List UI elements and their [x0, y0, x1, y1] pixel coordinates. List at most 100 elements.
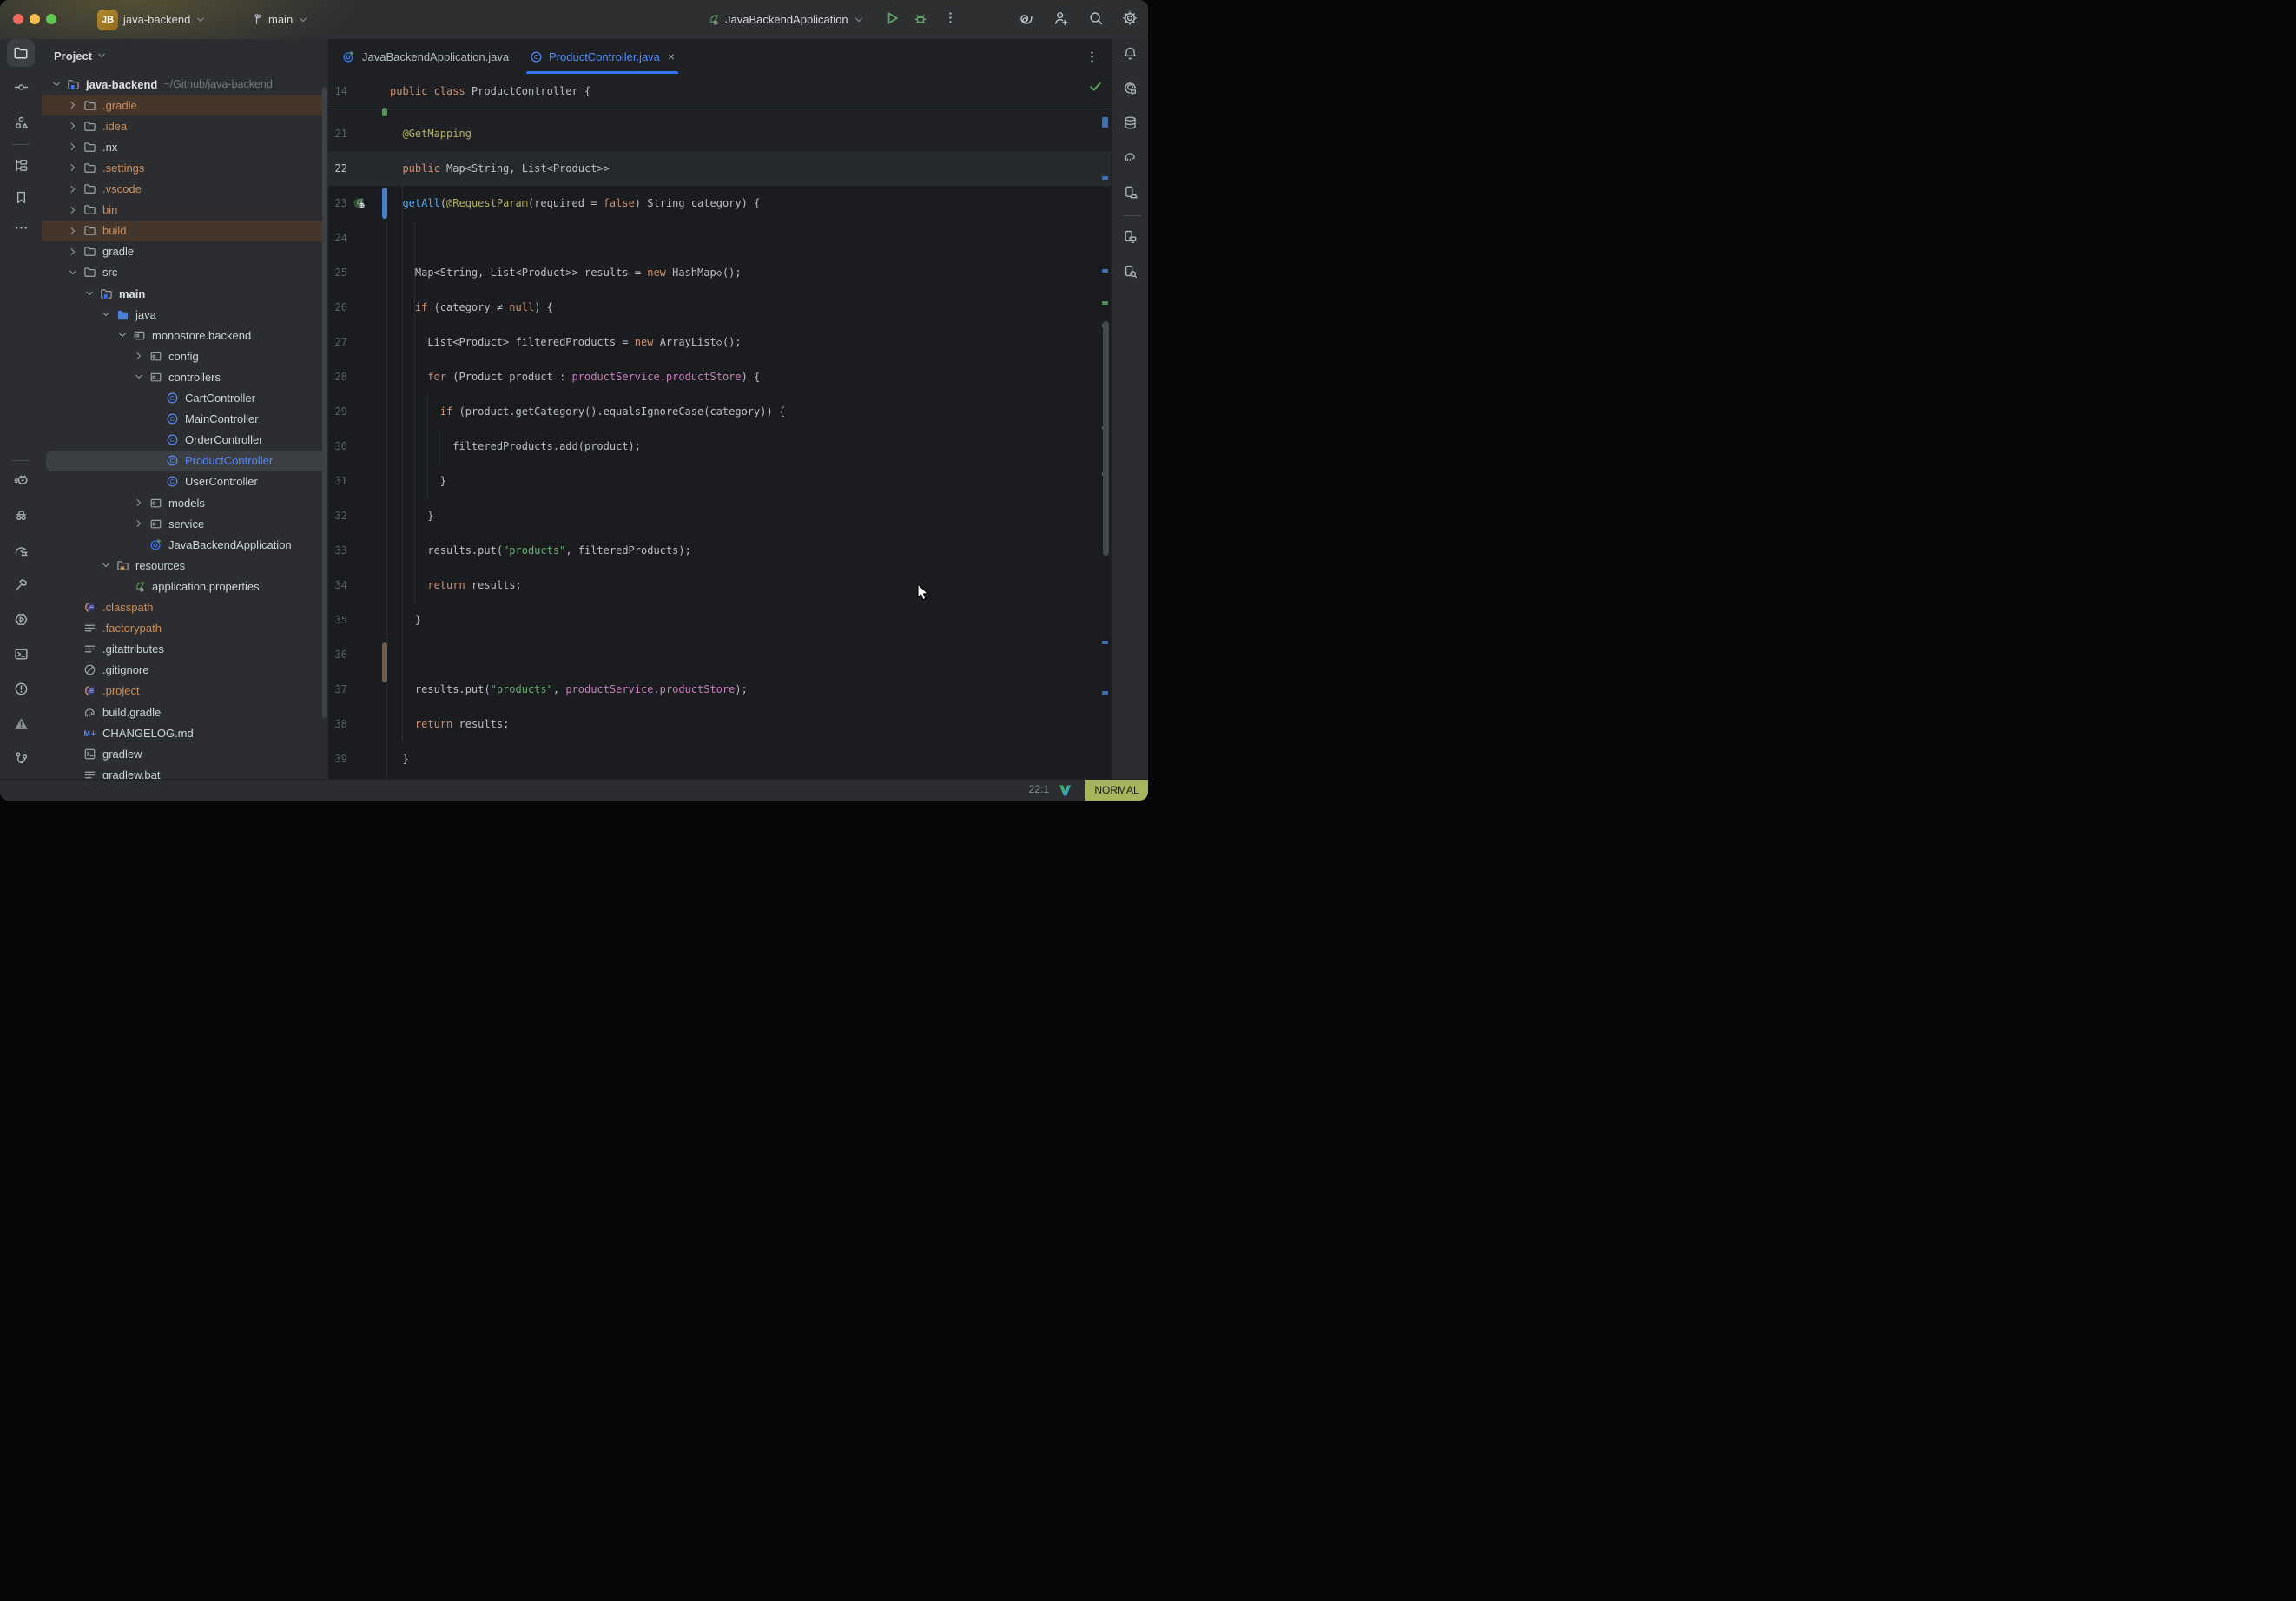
tree-item-.factorypath[interactable]: .factorypath: [42, 618, 328, 639]
inspections-ok-icon[interactable]: [1088, 79, 1103, 94]
chevron-down-icon[interactable]: [84, 288, 95, 299]
chevron-right-icon[interactable]: [134, 518, 144, 529]
tool-button-ai-assistant[interactable]: [1116, 74, 1144, 102]
search-everywhere-button[interactable]: [1088, 10, 1104, 26]
tree-item-controllers[interactable]: controllers: [42, 366, 328, 387]
run-button[interactable]: [884, 10, 900, 26]
tool-button-device-manager[interactable]: [1116, 222, 1144, 250]
chevron-right-icon[interactable]: [134, 351, 144, 361]
tree-item-config[interactable]: config: [42, 346, 328, 366]
tree-item-.nx[interactable]: .nx: [42, 136, 328, 157]
project-panel-header[interactable]: Project: [42, 39, 328, 72]
tree-item-build.gradle[interactable]: build.gradle: [42, 702, 328, 722]
tool-button-device-explorer[interactable]: [1116, 257, 1144, 285]
tree-item-ProductController[interactable]: CProductController: [42, 451, 328, 471]
tree-item-bin[interactable]: bin: [42, 200, 328, 221]
tree-item-.gradle[interactable]: .gradle: [42, 95, 328, 115]
debug-button[interactable]: [913, 10, 928, 26]
tree-item-resources[interactable]: resources: [42, 555, 328, 576]
code-line-26[interactable]: 26 if (category ≠ null) {: [328, 290, 1112, 325]
tree-item-MainController[interactable]: CMainController: [42, 409, 328, 430]
more-actions-button[interactable]: [943, 10, 958, 25]
tree-item-gradle[interactable]: gradle: [42, 241, 328, 262]
tab-productcontroller[interactable]: C ProductController.java ×: [521, 39, 683, 74]
code-line-23[interactable]: 23 getAll(@RequestParam(required = false…: [328, 186, 1112, 221]
chevron-down-icon[interactable]: [51, 79, 62, 89]
tool-button-notifications[interactable]: [1116, 39, 1144, 67]
code-line-37[interactable]: 37 results.put("products", productServic…: [328, 672, 1112, 707]
chevron-right-icon[interactable]: [68, 100, 78, 110]
code-line-34[interactable]: 34 return results;: [328, 568, 1112, 603]
ideavim-icon[interactable]: [1059, 784, 1072, 797]
rest-endpoint-icon[interactable]: [353, 196, 366, 210]
code-line-32[interactable]: 32 }: [328, 498, 1112, 533]
chevron-down-icon[interactable]: [68, 267, 78, 278]
tool-button-database[interactable]: [1116, 109, 1144, 136]
code-editor[interactable]: 14public class ProductController {21 @Ge…: [328, 74, 1112, 780]
tree-item-main[interactable]: main: [42, 283, 328, 304]
code-line-14[interactable]: 14public class ProductController {: [328, 74, 1112, 109]
chevron-right-icon[interactable]: [68, 162, 78, 173]
tool-button-terminal[interactable]: [7, 640, 35, 668]
tool-button-branches[interactable]: [7, 744, 35, 772]
tree-item-build[interactable]: build: [42, 221, 328, 241]
tool-button-commit[interactable]: [7, 73, 35, 101]
add-user-button[interactable]: [1053, 10, 1069, 26]
maximize-window-button[interactable]: [46, 14, 56, 24]
chevron-down-icon[interactable]: [134, 372, 144, 382]
tool-button-build[interactable]: [7, 570, 35, 598]
chevron-right-icon[interactable]: [68, 142, 78, 152]
project-widget[interactable]: JB java-backend: [92, 8, 211, 31]
tree-item-.project[interactable]: .project: [42, 681, 328, 702]
tree-item-UserController[interactable]: CUserController: [42, 471, 328, 492]
code-line-24[interactable]: 24: [328, 221, 1112, 255]
tool-button-profiler[interactable]: [7, 537, 35, 564]
code-line-36[interactable]: 36: [328, 637, 1112, 672]
code-line-35[interactable]: 35 }: [328, 603, 1112, 637]
code-line-38[interactable]: 38 return results;: [328, 707, 1112, 741]
chevron-down-icon[interactable]: [117, 330, 128, 340]
chevron-down-icon[interactable]: [101, 560, 111, 570]
code-line-30[interactable]: 30 filteredProducts.add(product);: [328, 429, 1112, 464]
tool-button-more-tools[interactable]: [7, 214, 35, 241]
settings-button[interactable]: [1122, 10, 1138, 26]
code-line-25[interactable]: 25 Map<String, List<Product>> results = …: [328, 255, 1112, 290]
code-line-29[interactable]: 29 if (product.getCategory().equalsIgnor…: [328, 394, 1112, 429]
tab-javabackendapplication[interactable]: JavaBackendApplication.java: [333, 39, 518, 74]
chevron-right-icon[interactable]: [68, 226, 78, 236]
tree-item-gradlew[interactable]: gradlew: [42, 743, 328, 764]
tree-item-models[interactable]: models: [42, 492, 328, 513]
code-line-27[interactable]: 27 List<Product> filteredProducts = new …: [328, 325, 1112, 359]
tool-button-copilot[interactable]: [7, 467, 35, 495]
chevron-right-icon[interactable]: [68, 184, 78, 194]
tree-item-.settings[interactable]: .settings: [42, 157, 328, 178]
tree-item-CHANGELOG.md[interactable]: MCHANGELOG.md: [42, 722, 328, 743]
chevron-right-icon[interactable]: [68, 121, 78, 131]
tool-button-hierarchy[interactable]: [7, 151, 35, 179]
code-line-33[interactable]: 33 results.put("products", filteredProdu…: [328, 533, 1112, 568]
editor-scrollbar[interactable]: [1103, 321, 1109, 556]
code-line-39[interactable]: 39 }: [328, 741, 1112, 776]
chevron-right-icon[interactable]: [68, 205, 78, 215]
tool-button-gradle[interactable]: [1116, 142, 1144, 170]
tree-item-.gitattributes[interactable]: .gitattributes: [42, 639, 328, 660]
tool-button-warnings[interactable]: [7, 709, 35, 737]
tree-item-OrderController[interactable]: COrderController: [42, 430, 328, 451]
tool-button-problems[interactable]: [7, 675, 35, 702]
project-tree-scrollbar[interactable]: [322, 88, 327, 718]
tree-item-java[interactable]: java: [42, 304, 328, 325]
caret-position-widget[interactable]: 22:1: [1029, 783, 1049, 795]
tree-item-gradlew.bat[interactable]: gradlew.bat: [42, 764, 328, 780]
tree-item-.idea[interactable]: .idea: [42, 115, 328, 136]
tree-item-JavaBackendApplication[interactable]: JavaBackendApplication: [42, 534, 328, 555]
ai-wrap-button[interactable]: [1018, 10, 1033, 26]
tool-button-running-devices[interactable]: [1116, 178, 1144, 206]
tool-button-structure[interactable]: [7, 109, 35, 136]
tree-item-src[interactable]: src: [42, 262, 328, 283]
run-configuration-selector[interactable]: JavaBackendApplication: [702, 8, 869, 31]
tool-button-services[interactable]: [7, 605, 35, 633]
tree-item-monostore.backend[interactable]: monostore.backend: [42, 325, 328, 346]
tree-item-.vscode[interactable]: .vscode: [42, 179, 328, 200]
chevron-right-icon[interactable]: [134, 497, 144, 508]
tool-button-bookmarks[interactable]: [7, 183, 35, 211]
